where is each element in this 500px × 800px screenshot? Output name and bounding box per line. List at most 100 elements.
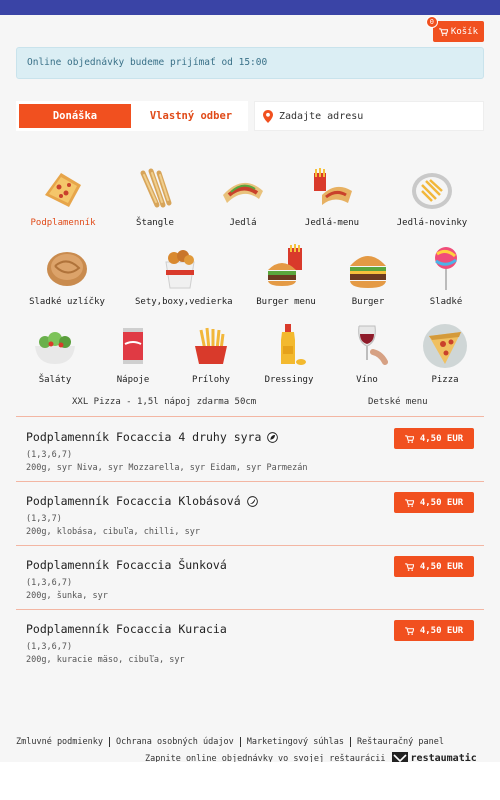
page-bottom bbox=[0, 762, 500, 800]
item-name: Podplamenník Focaccia 4 druhy syra bbox=[26, 430, 262, 444]
category-label: Burger menu bbox=[256, 297, 316, 307]
add-to-cart-button[interactable]: 4,50 EUR bbox=[394, 428, 474, 449]
subcategory-detske-menu[interactable]: Detské menu bbox=[368, 397, 428, 407]
address-input[interactable]: Zadajte adresu bbox=[254, 101, 484, 131]
category-burger[interactable]: Burger bbox=[323, 244, 413, 307]
footer-link-restaurant-panel[interactable]: Reštauračný panel bbox=[351, 737, 450, 747]
subcategory-xxl-pizza[interactable]: XXL Pizza - 1,5l nápoj zdarma 50cm bbox=[72, 397, 256, 407]
category-label: Víno bbox=[356, 375, 378, 385]
wrap-icon bbox=[223, 182, 263, 203]
item-price: 4,50 EUR bbox=[419, 433, 464, 444]
delivery-button[interactable]: Donáška bbox=[16, 101, 134, 131]
info-notice: Online objednávky budeme prijímať od 15:… bbox=[16, 47, 484, 79]
order-mode-row: Donáška Vlastný odber Zadajte adresu bbox=[16, 101, 484, 131]
item-name-row: Podplamenník Focaccia 4 druhy syra bbox=[26, 430, 279, 444]
category-sladke[interactable]: Sladké bbox=[401, 244, 491, 307]
divider bbox=[16, 481, 484, 482]
category-jedla[interactable]: Jedlá bbox=[198, 165, 288, 228]
item-description: 200g, klobása, cibuľa, chilli, syr bbox=[26, 527, 200, 537]
cart-count-badge: 0 bbox=[425, 16, 438, 28]
menu-item: Podplamenník Focaccia 4 druhy syra (1,3,… bbox=[16, 428, 484, 482]
lollipop-icon bbox=[435, 247, 457, 290]
footer-link-marketing[interactable]: Marketingový súhlas bbox=[241, 737, 351, 747]
category-salaty[interactable]: Šaláty bbox=[10, 322, 100, 385]
cart-button[interactable]: 0 Košík bbox=[425, 16, 484, 42]
address-placeholder: Zadajte adresu bbox=[279, 110, 364, 122]
divider bbox=[16, 609, 484, 610]
item-price: 4,50 EUR bbox=[419, 497, 464, 508]
item-allergens: (1,3,6,7) bbox=[26, 642, 73, 652]
location-pin-icon bbox=[263, 109, 273, 123]
category-label: Nápoje bbox=[116, 375, 150, 385]
notice-text: Online objednávky budeme prijímať od 15:… bbox=[27, 57, 268, 68]
category-label: Sladké bbox=[429, 297, 463, 307]
divider bbox=[16, 545, 484, 546]
flatbread-icon bbox=[45, 173, 81, 207]
cart-icon bbox=[404, 434, 414, 443]
knot-pastry-icon bbox=[47, 252, 87, 286]
category-label: Jedlá-menu bbox=[304, 218, 360, 228]
salad-icon bbox=[35, 332, 75, 364]
wine-glass-icon bbox=[358, 325, 388, 365]
category-label: Štangle bbox=[136, 218, 174, 228]
category-label: Podplamenník bbox=[30, 218, 96, 228]
chili-badge-icon bbox=[246, 495, 258, 507]
item-description: 200g, syr Niva, syr Mozzarella, syr Eida… bbox=[26, 463, 308, 473]
cart-icon bbox=[404, 626, 414, 635]
category-label: Pizza bbox=[431, 375, 459, 385]
item-price: 4,50 EUR bbox=[419, 625, 464, 636]
item-allergens: (1,3,7) bbox=[26, 514, 62, 524]
category-jedla-menu[interactable]: Jedlá-menu bbox=[287, 165, 377, 228]
cola-can-icon bbox=[123, 328, 143, 364]
item-name-row: Podplamenník Focaccia Šunková bbox=[26, 558, 227, 572]
category-burger-menu[interactable]: Burger menu bbox=[241, 244, 331, 307]
cart-icon bbox=[404, 562, 414, 571]
item-description: 200g, kuracie mäso, cibuľa, syr bbox=[26, 655, 185, 665]
add-to-cart-button[interactable]: 4,50 EUR bbox=[394, 556, 474, 577]
burger-icon bbox=[350, 256, 386, 288]
cart-icon bbox=[438, 27, 448, 36]
menu-item: Podplamenník Focaccia Šunková (1,3,6,7) … bbox=[16, 556, 484, 610]
category-label: Jedlá-novinky bbox=[396, 218, 468, 228]
category-dressingy[interactable]: Dressingy bbox=[244, 322, 334, 385]
cart-label: Košík bbox=[450, 26, 478, 37]
category-pizza[interactable]: Pizza bbox=[400, 322, 490, 385]
breadsticks-icon bbox=[140, 168, 172, 208]
item-description: 200g, šunka, syr bbox=[26, 591, 108, 601]
pickup-button[interactable]: Vlastný odber bbox=[134, 101, 248, 131]
add-to-cart-button[interactable]: 4,50 EUR bbox=[394, 620, 474, 641]
category-label: Sety,boxy,vedierka bbox=[135, 297, 233, 307]
category-prilohy[interactable]: Prílohy bbox=[166, 322, 256, 385]
pizza-slice-icon bbox=[423, 324, 467, 368]
leaf-badge-icon bbox=[267, 431, 279, 443]
add-to-cart-button[interactable]: 4,50 EUR bbox=[394, 492, 474, 513]
category-jedla-novinky[interactable]: Jedlá-novinky bbox=[387, 165, 477, 228]
burger-menu-icon bbox=[268, 244, 302, 286]
item-name: Podplamenník Focaccia Šunková bbox=[26, 558, 227, 572]
category-label: Sladké uzlíčky bbox=[29, 297, 105, 307]
dressing-bottle-icon bbox=[281, 324, 306, 365]
top-bar bbox=[0, 0, 500, 15]
category-label: Jedlá bbox=[229, 218, 257, 228]
category-podplamennik[interactable]: Podplamenník bbox=[18, 165, 108, 228]
footer-link-terms[interactable]: Zmluvné podmienky bbox=[16, 737, 110, 747]
footer-link-privacy[interactable]: Ochrana osobných údajov bbox=[110, 737, 241, 747]
item-allergens: (1,3,6,7) bbox=[26, 578, 73, 588]
bucket-icon bbox=[165, 250, 195, 289]
item-name-row: Podplamenník Focaccia Kuracia bbox=[26, 622, 227, 636]
item-name-row: Podplamenník Focaccia Klobásová bbox=[26, 494, 258, 508]
category-sladke-uzlicky[interactable]: Sladké uzlíčky bbox=[22, 244, 112, 307]
category-stangle[interactable]: Štangle bbox=[110, 165, 200, 228]
item-name: Podplamenník Focaccia Klobásová bbox=[26, 494, 241, 508]
footer-links: Zmluvné podmienky Ochrana osobných údajo… bbox=[16, 737, 450, 747]
category-sety[interactable]: Sety,boxy,vedierka bbox=[135, 244, 233, 307]
cart-icon bbox=[404, 498, 414, 507]
meal-menu-icon bbox=[314, 168, 352, 205]
category-label: Šaláty bbox=[38, 375, 72, 385]
item-allergens: (1,3,6,7) bbox=[26, 450, 73, 460]
category-napoje[interactable]: Nápoje bbox=[88, 322, 178, 385]
category-vino[interactable]: Víno bbox=[322, 322, 412, 385]
category-label: Burger bbox=[351, 297, 385, 307]
category-label: Prílohy bbox=[192, 375, 230, 385]
item-name: Podplamenník Focaccia Kuracia bbox=[26, 622, 227, 636]
